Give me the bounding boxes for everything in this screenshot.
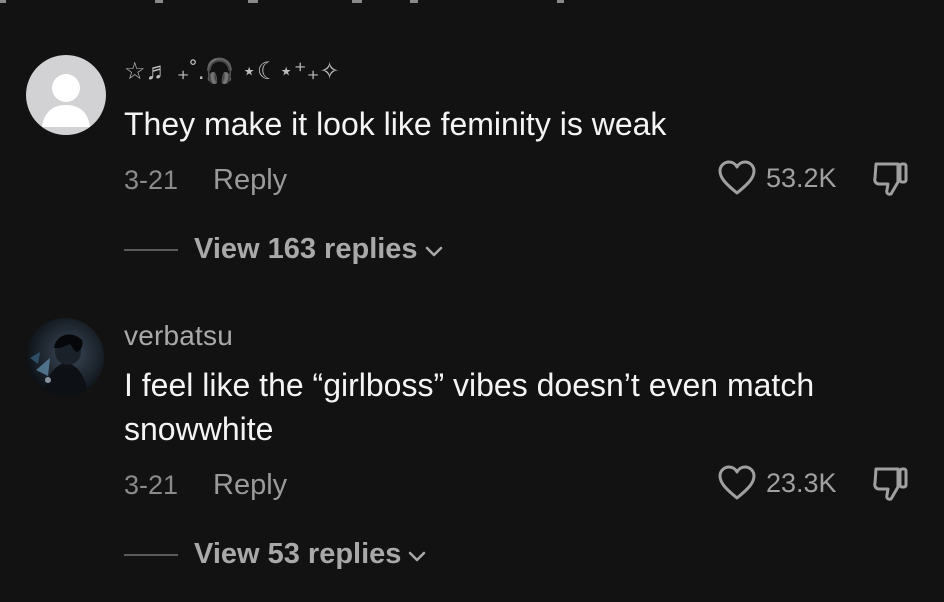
comment-date: 3-21 bbox=[124, 165, 179, 195]
view-replies-toggle[interactable]: View 163 replies bbox=[124, 233, 444, 266]
divider-line bbox=[124, 553, 178, 556]
avatar[interactable] bbox=[26, 55, 106, 135]
avatar-image bbox=[30, 334, 88, 396]
view-replies-label: View 53 replies bbox=[194, 538, 402, 570]
divider-line bbox=[124, 248, 178, 251]
view-replies-label: View 163 replies bbox=[194, 233, 418, 265]
comment-item: ☆♬ ₊˚.🎧 ⋆☾⋆⁺₊✧ They make it look like fe… bbox=[0, 0, 944, 290]
dislike-button[interactable] bbox=[870, 463, 912, 505]
default-avatar-icon bbox=[42, 74, 90, 127]
comment-username[interactable]: ☆♬ ₊˚.🎧 ⋆☾⋆⁺₊✧ bbox=[124, 57, 340, 86]
comment-username[interactable]: verbatsu bbox=[124, 320, 233, 352]
reply-button[interactable]: Reply bbox=[213, 469, 287, 502]
like-button[interactable]: 53.2K bbox=[718, 160, 837, 196]
chevron-down-icon bbox=[409, 551, 426, 561]
thumbs-down-icon bbox=[873, 162, 908, 196]
like-count: 53.2K bbox=[766, 162, 837, 193]
comment-item: verbatsu I feel like the “girlboss” vibe… bbox=[0, 300, 944, 602]
thumbs-down-icon bbox=[873, 467, 908, 501]
heart-icon bbox=[718, 465, 756, 500]
comment-text: I feel like the “girlboss” vibes doesn’t… bbox=[124, 367, 815, 447]
view-replies-toggle[interactable]: View 53 replies bbox=[124, 538, 427, 571]
reply-button[interactable]: Reply bbox=[213, 164, 287, 197]
avatar[interactable] bbox=[26, 318, 104, 396]
comment-date: 3-21 bbox=[124, 470, 179, 500]
like-button[interactable]: 23.3K bbox=[718, 465, 837, 501]
chevron-down-icon bbox=[425, 246, 442, 256]
dislike-button[interactable] bbox=[870, 158, 912, 200]
comment-text: They make it look like feminity is weak bbox=[124, 106, 667, 142]
like-count: 23.3K bbox=[766, 467, 837, 498]
heart-icon bbox=[718, 160, 756, 195]
